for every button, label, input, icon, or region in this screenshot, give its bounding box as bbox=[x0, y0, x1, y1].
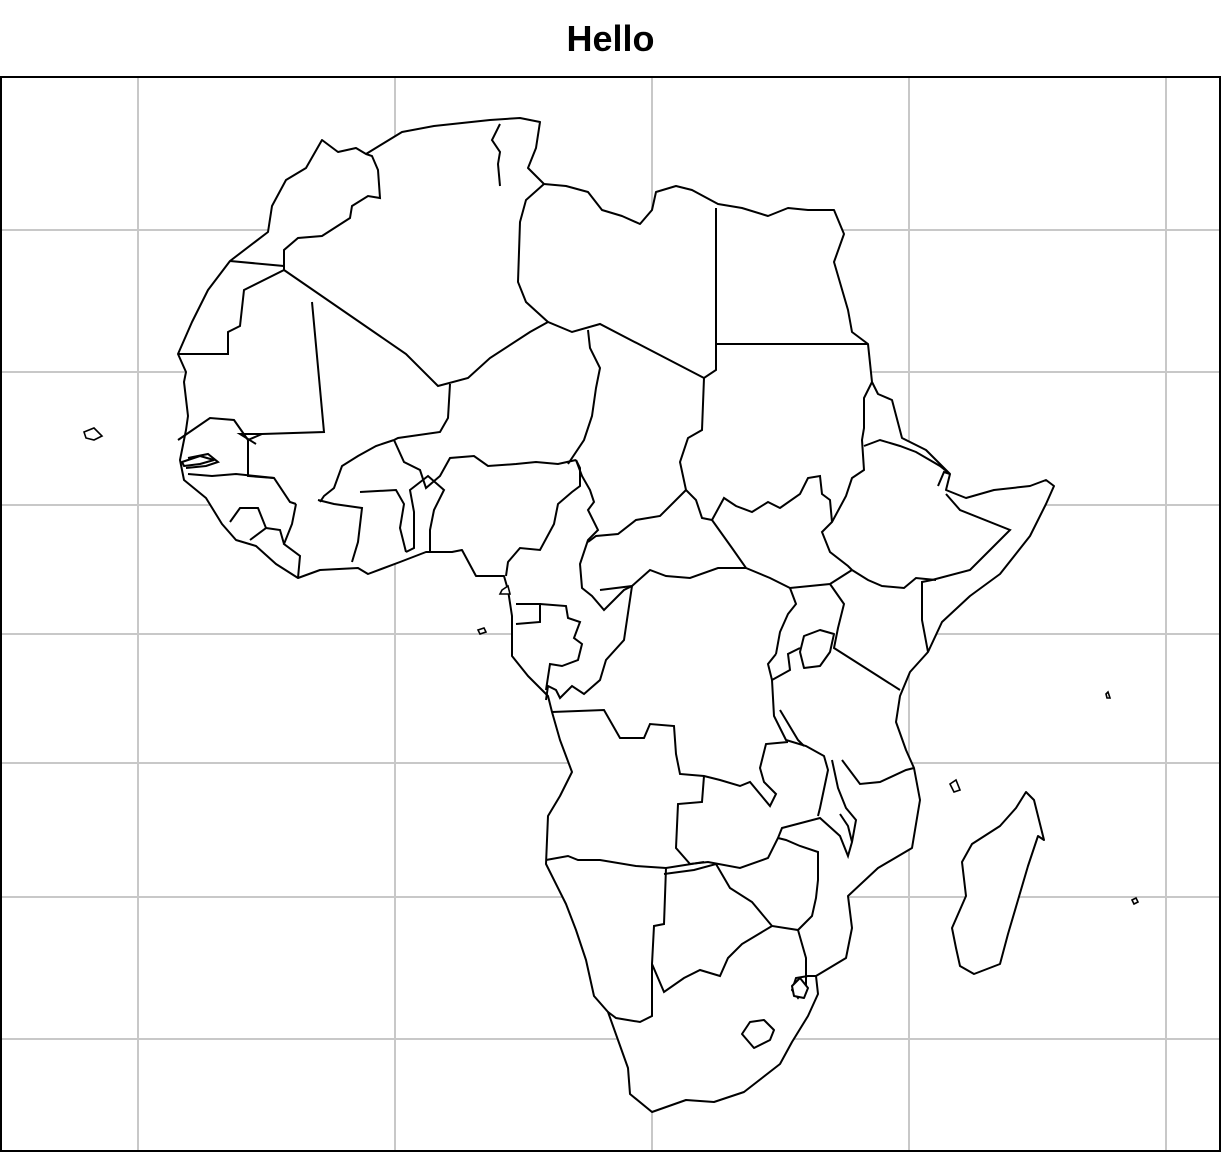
map-panel[interactable] bbox=[0, 76, 1221, 1152]
comoros-island[interactable] bbox=[948, 778, 962, 793]
seychelles-island[interactable] bbox=[1105, 690, 1112, 699]
mauritius-island[interactable] bbox=[1130, 896, 1140, 906]
bioko-island[interactable] bbox=[498, 584, 512, 595]
map-title: Hello bbox=[566, 18, 655, 59]
cape-verde-island[interactable] bbox=[83, 427, 104, 441]
madagascar[interactable] bbox=[951, 791, 1045, 975]
map-canvas[interactable] bbox=[0, 76, 1221, 1152]
sao-tome-island[interactable] bbox=[476, 627, 488, 635]
